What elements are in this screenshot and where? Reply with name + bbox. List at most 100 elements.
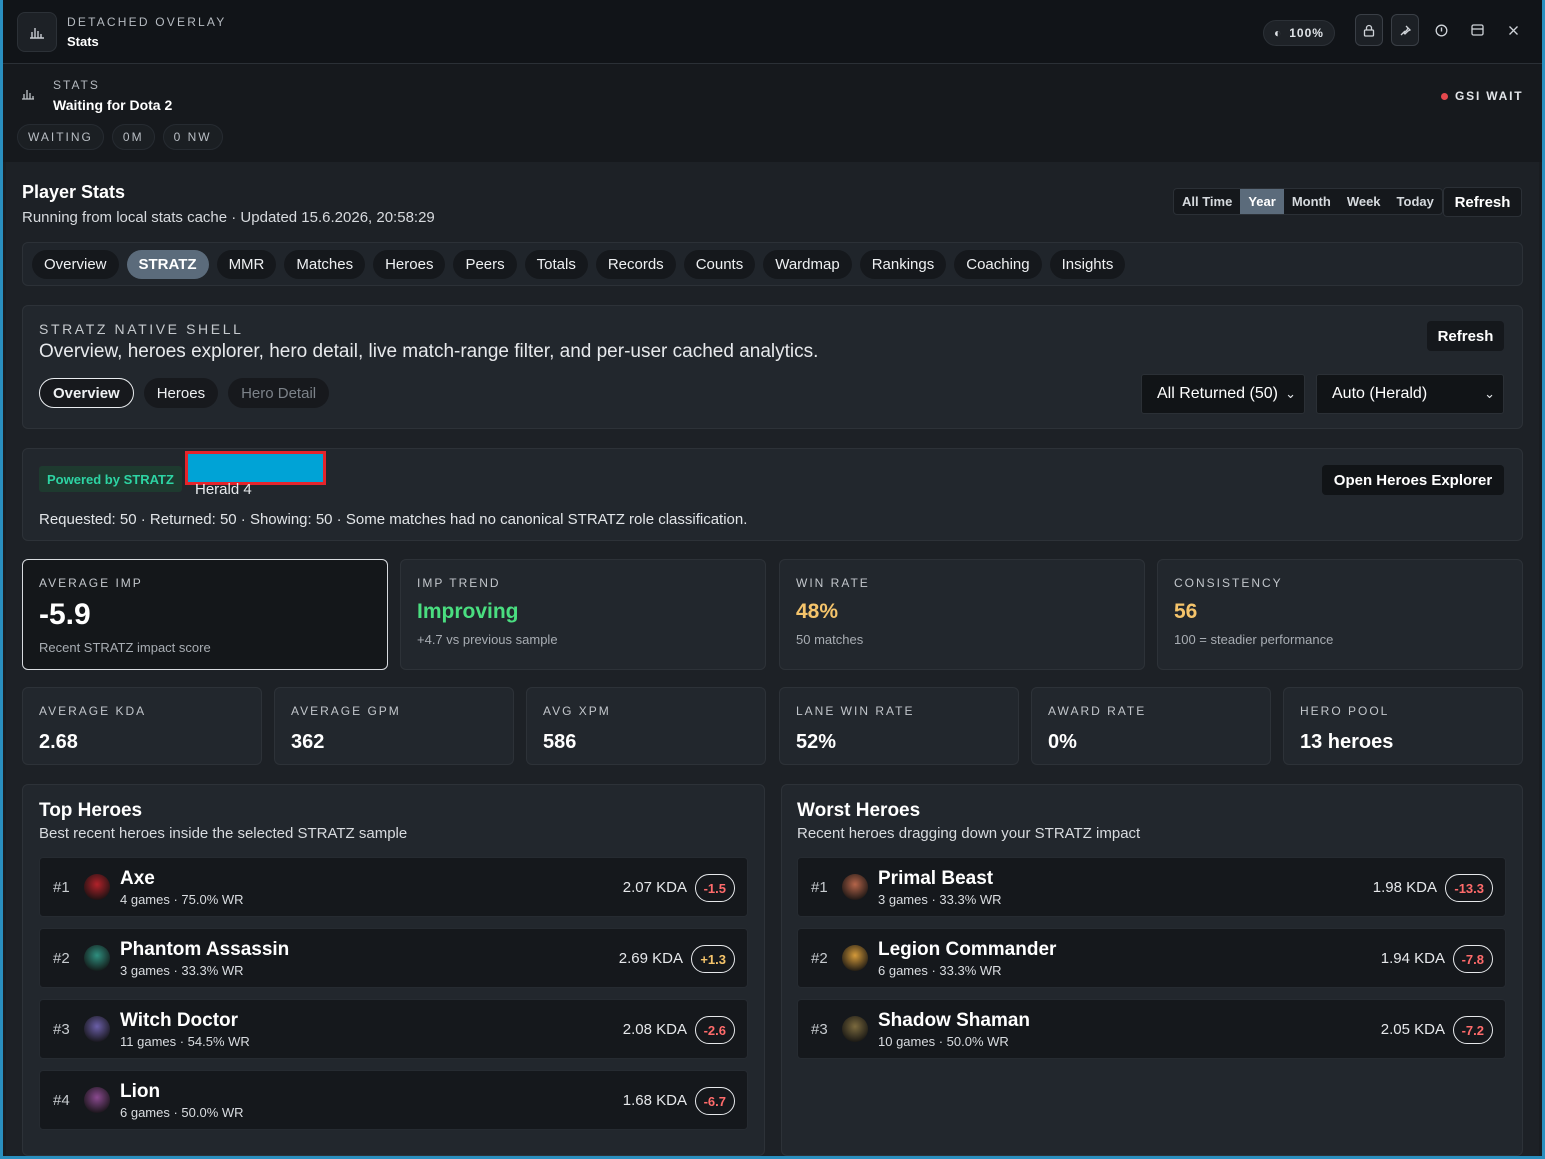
gsi-status-badge: GSI WAIT — [1433, 86, 1531, 106]
match-range-select[interactable]: All Returned (50) ⌄ — [1141, 374, 1305, 414]
hero-rank: #2 — [811, 950, 828, 967]
opacity-icon: ◐ — [1274, 26, 1283, 40]
hero-portrait-icon — [842, 874, 868, 900]
pin-icon[interactable] — [1391, 14, 1419, 46]
range-today[interactable]: Today — [1389, 189, 1442, 214]
hero-rank: #2 — [53, 950, 70, 967]
hero-kda: 2.08 KDA — [622, 1021, 687, 1038]
hero-row[interactable]: #3 Witch Doctor 11 games · 54.5% WR 2.08 KD… — [39, 999, 748, 1059]
hero-name: Axe — [120, 868, 155, 889]
top-heroes-title: Top Heroes — [39, 800, 143, 821]
refresh-button[interactable]: Refresh — [1443, 187, 1522, 217]
rank-bracket-select[interactable]: Auto (Herald) ⌄ — [1316, 374, 1504, 414]
redacted-player-name — [185, 451, 326, 485]
tab-insights[interactable]: Insights — [1049, 249, 1126, 279]
range-all-time[interactable]: All Time — [1174, 189, 1240, 214]
hero-meta: 11 games · 54.5% WR — [120, 1034, 250, 1049]
kpi-value: -5.9 — [39, 598, 91, 631]
hero-row[interactable]: #4 Lion 6 games · 50.0% WR 1.68 KDA -6.7 — [39, 1070, 748, 1130]
opacity-control[interactable]: ◐ 100% — [1263, 20, 1335, 46]
hero-portrait-icon — [84, 874, 110, 900]
hero-row[interactable]: #2 Legion Commander 6 games · 33.3% WR 1.94… — [797, 928, 1506, 988]
tab-totals[interactable]: Totals — [524, 249, 588, 279]
subtab-heroes[interactable]: Heroes — [143, 378, 219, 408]
kpi-label: WIN RATE — [796, 576, 870, 590]
close-icon[interactable] — [1499, 14, 1527, 46]
hero-row[interactable]: #1 Axe 4 games · 75.0% WR 2.07 KDA -1.5 — [39, 857, 748, 917]
hero-kda: 2.07 KDA — [622, 879, 687, 896]
tab-rankings[interactable]: Rankings — [859, 249, 947, 279]
kpi-subtext: +4.7 vs previous sample — [417, 632, 558, 647]
tab-matches[interactable]: Matches — [284, 249, 366, 279]
rank-label: Herald 4 — [195, 481, 252, 498]
tab-stratz[interactable]: STRATZ — [126, 249, 209, 279]
subtab-overview[interactable]: Overview — [39, 378, 134, 408]
top-heroes-subtitle: Best recent heroes inside the selected S… — [39, 825, 408, 842]
tab-wardmap[interactable]: Wardmap — [763, 249, 852, 279]
tab-records[interactable]: Records — [595, 249, 676, 279]
stat-card: HERO POOL 13 heroes — [1283, 687, 1523, 765]
hero-meta: 3 games · 33.3% WR — [120, 963, 244, 978]
hero-name: Shadow Shaman — [878, 1010, 1031, 1031]
hero-kda: 1.94 KDA — [1380, 950, 1445, 967]
tab-mmr[interactable]: MMR — [216, 249, 277, 279]
overlay-window: DETACHED OVERLAY Stats ◐ 100% STATS Wait… — [0, 0, 1545, 1159]
info-icon[interactable] — [1427, 14, 1455, 46]
chevron-down-icon: ⌄ — [1285, 386, 1296, 401]
page-title: Player Stats — [22, 182, 126, 202]
kpi-subtext: Recent STRATZ impact score — [39, 640, 211, 655]
worst-heroes-title: Worst Heroes — [797, 800, 921, 821]
open-heroes-explorer-button[interactable]: Open Heroes Explorer — [1322, 465, 1504, 495]
kpi-card[interactable]: CONSISTENCY 56 100 = steadier performance — [1157, 559, 1523, 670]
hero-meta: 6 games · 33.3% WR — [878, 963, 1002, 978]
stat-label: AVERAGE GPM — [291, 704, 401, 718]
kpi-label: CONSISTENCY — [1174, 576, 1283, 590]
impact-delta-badge: -6.7 — [694, 1087, 735, 1115]
stats-tabs: Overview STRATZ MMR Matches Heroes Peers… — [22, 242, 1523, 286]
kpi-label: IMP TREND — [417, 576, 501, 590]
tab-heroes[interactable]: Heroes — [373, 249, 446, 279]
tab-counts[interactable]: Counts — [683, 249, 756, 279]
tab-peers[interactable]: Peers — [453, 249, 517, 279]
stratz-refresh-button[interactable]: Refresh — [1427, 321, 1504, 351]
hero-row[interactable]: #1 Primal Beast 3 games · 33.3% WR 1.98 KDA… — [797, 857, 1506, 917]
stat-label: AWARD RATE — [1048, 704, 1147, 718]
stat-card: AVG XPM 586 — [526, 687, 766, 765]
request-summary: Requested: 50 · Returned: 50 · Showing: … — [39, 511, 748, 528]
hero-rank: #1 — [53, 879, 70, 896]
range-week[interactable]: Week — [1339, 189, 1389, 214]
status-chip-networth: 0 NW — [162, 124, 223, 150]
range-month[interactable]: Month — [1284, 189, 1339, 214]
hero-name: Phantom Assassin — [120, 939, 290, 960]
range-year[interactable]: Year — [1240, 189, 1284, 214]
hero-portrait-icon — [842, 945, 868, 971]
stat-card: AWARD RATE 0% — [1031, 687, 1271, 765]
page-subtitle: Running from local stats cache · Updated… — [22, 209, 435, 226]
impact-delta-badge: -1.5 — [694, 874, 735, 902]
hero-row[interactable]: #2 Phantom Assassin 3 games · 33.3% WR 2.69… — [39, 928, 748, 988]
lock-icon[interactable] — [1355, 14, 1383, 46]
hero-name: Witch Doctor — [120, 1010, 239, 1031]
kpi-card[interactable]: WIN RATE 48% 50 matches — [779, 559, 1145, 670]
hero-meta: 4 games · 75.0% WR — [120, 892, 244, 907]
chevron-down-icon: ⌄ — [1484, 386, 1495, 401]
kpi-card[interactable]: AVERAGE IMP -5.9 Recent STRATZ impact scor… — [22, 559, 388, 670]
title-bar: DETACHED OVERLAY Stats ◐ 100% — [3, 0, 1542, 64]
dock-icon[interactable] — [1463, 14, 1491, 46]
hero-meta: 10 games · 50.0% WR — [878, 1034, 1009, 1049]
kpi-subtext: 50 matches — [796, 632, 864, 647]
status-overline: STATS — [53, 78, 100, 92]
hero-row[interactable]: #3 Shadow Shaman 10 games · 50.0% WR 2.05 K… — [797, 999, 1506, 1059]
tab-coaching[interactable]: Coaching — [954, 249, 1042, 279]
hero-portrait-icon — [842, 1016, 868, 1042]
hero-kda: 1.68 KDA — [622, 1092, 687, 1109]
kpi-subtext: 100 = steadier performance — [1174, 632, 1334, 647]
subtab-hero-detail[interactable]: Hero Detail — [228, 378, 330, 408]
status-chip-state: WAITING — [17, 124, 104, 150]
worst-heroes-subtitle: Recent heroes dragging down your STRATZ … — [797, 825, 1141, 842]
tab-overview[interactable]: Overview — [32, 249, 119, 279]
stat-value: 0% — [1048, 731, 1077, 753]
stats-icon — [21, 88, 35, 103]
status-chip-time: 0M — [111, 124, 155, 150]
kpi-card[interactable]: IMP TREND Improving +4.7 vs previous sampl… — [400, 559, 766, 670]
